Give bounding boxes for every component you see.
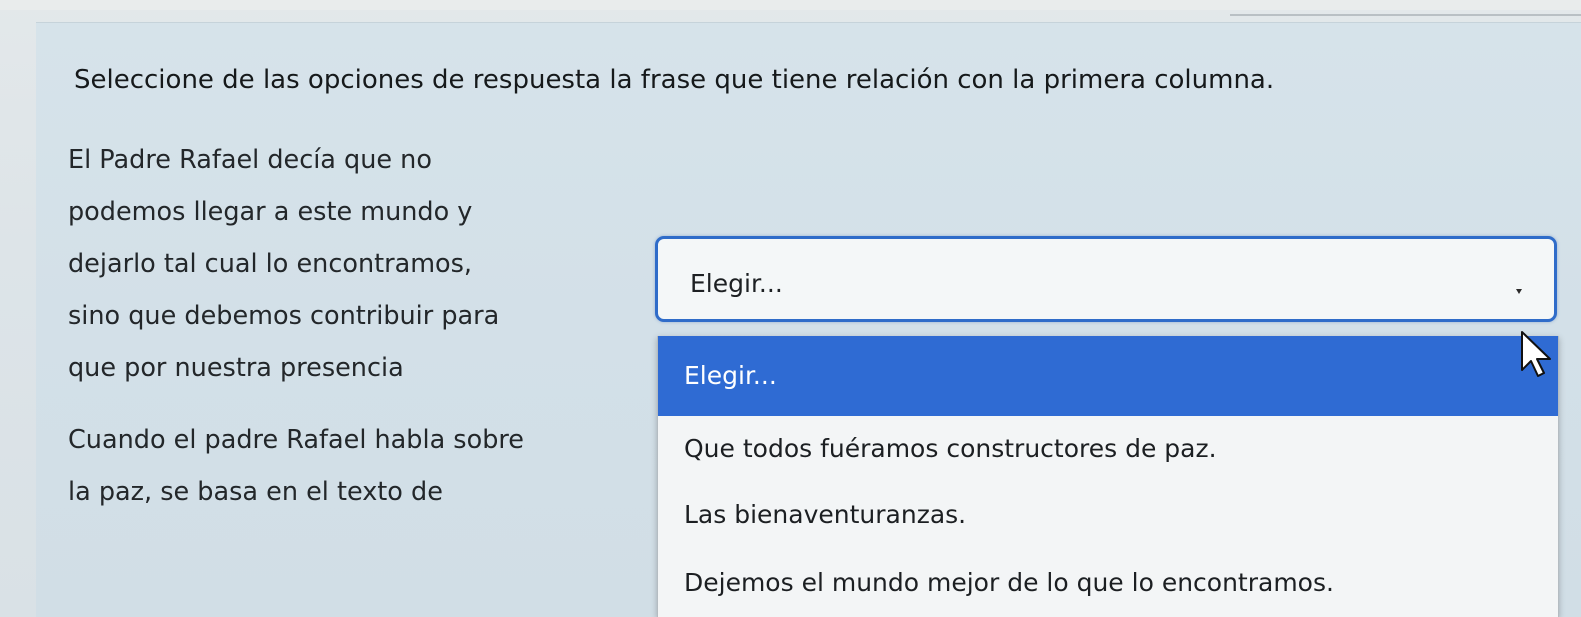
- window-top-strip: [0, 0, 1581, 10]
- dropdown-option-mundo-mejor[interactable]: Dejemos el mundo mejor de lo que lo enco…: [658, 548, 1558, 617]
- instruction-text: Seleccione de las opciones de respuesta …: [74, 65, 1275, 95]
- mouse-pointer-icon: [1521, 331, 1551, 377]
- dropdown-option-bienaventuranzas[interactable]: Las bienaventuranzas.: [658, 482, 1558, 548]
- answer-select-value: Elegir...: [690, 269, 783, 298]
- answer-dropdown-list: Elegir... Que todos fuéramos constructor…: [657, 336, 1559, 617]
- question-2-text: Cuando el padre Rafael habla sobre la pa…: [68, 425, 524, 507]
- top-divider: [1230, 14, 1581, 16]
- answer-select[interactable]: Elegir...: [655, 236, 1557, 322]
- chevron-down-icon: [1516, 289, 1522, 294]
- quiz-screen: Seleccione de las opciones de respuesta …: [0, 0, 1581, 617]
- dropdown-option-placeholder[interactable]: Elegir...: [658, 336, 1558, 416]
- dropdown-option-constructores-de-paz[interactable]: Que todos fuéramos constructores de paz.: [658, 416, 1558, 482]
- question-1-text: El Padre Rafael decía que no podemos lle…: [68, 145, 500, 383]
